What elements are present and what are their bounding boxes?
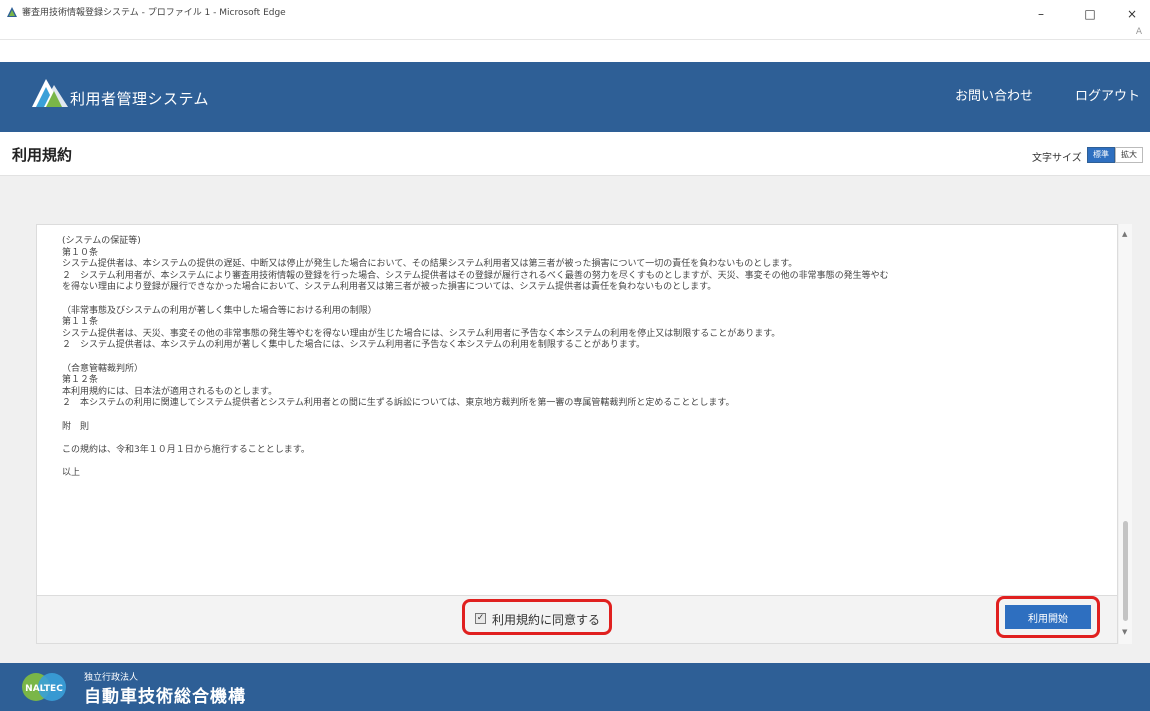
terms-line xyxy=(62,433,1112,445)
terms-line: を得ない理由により登録が履行できなかった場合において、システム利用者又は第三者が… xyxy=(62,282,717,293)
terms-line: （非常事態及びシステムの利用が著しく集中した場合等における利用の制限） xyxy=(62,305,377,316)
page-header: 利用規約 文字サイズ 標準 拡大 xyxy=(0,134,1150,176)
logout-link[interactable]: ログアウト xyxy=(1075,85,1140,104)
terms-line: (システムの保証等) xyxy=(62,236,141,246)
naltec-logo-icon: NALTEC xyxy=(22,673,66,701)
scroll-thumb[interactable] xyxy=(1123,521,1128,621)
terms-text: (システムの保証等) 第１０条 システム提供者は、本システムの提供の遅延、中断又は停… xyxy=(62,236,1112,479)
terms-panel[interactable]: (システムの保証等) 第１０条 システム提供者は、本システムの提供の遅延、中断又は停… xyxy=(36,224,1118,596)
mountain-logo-icon xyxy=(32,79,68,107)
terms-line: 第１２条 xyxy=(62,375,99,386)
contact-link[interactable]: お問い合わせ xyxy=(955,85,1033,104)
terms-line: ２ システム利用者が、本システムにより審査用技術情報の登録を行った場合、システム… xyxy=(62,270,889,281)
footer-org-name: 自動車技術総合機構 xyxy=(84,687,246,707)
terms-scrollbar[interactable]: ▲ ▼ xyxy=(1119,224,1132,644)
terms-line: 第１１条 xyxy=(62,317,99,328)
naltec-logo-text: NALTEC xyxy=(25,684,63,694)
page-title: 利用規約 xyxy=(12,146,73,164)
agree-bar: ✓ 利用規約に同意する 利用開始 xyxy=(36,596,1118,644)
font-size-label: 文字サイズ xyxy=(1032,153,1082,164)
terms-line: この規約は、令和3年１０月１日から施行することとします。 xyxy=(62,444,310,455)
app-icon xyxy=(7,7,17,17)
maximize-button[interactable]: □ xyxy=(1072,2,1108,26)
terms-line: ２ 本システムの利用に関連してシステム提供者とシステム利用者との間に生ずる訴訟に… xyxy=(62,398,735,409)
terms-line: ２ システム提供者は、本システムの利用が著しく集中した場合には、システム利用者に… xyxy=(62,340,646,351)
read-aloud-icon[interactable]: A xyxy=(1136,27,1142,37)
terms-line: 以上 xyxy=(62,467,81,478)
terms-line: システム提供者は、本システムの提供の遅延、中断又は停止が発生した場合において、そ… xyxy=(62,259,798,270)
agree-checkbox[interactable]: ✓ xyxy=(475,613,486,624)
terms-line: 附 則 xyxy=(62,421,90,432)
start-highlight: 利用開始 xyxy=(996,596,1100,638)
scroll-up-arrow-icon[interactable]: ▲ xyxy=(1122,230,1127,238)
scroll-down-arrow-icon[interactable]: ▼ xyxy=(1122,628,1127,636)
start-button[interactable]: 利用開始 xyxy=(1005,605,1091,629)
window-title: 審査用技術情報登録システム - プロファイル 1 - Microsoft Edg… xyxy=(22,8,286,18)
terms-line: 本利用規約には、日本法が適用されるものとします。 xyxy=(62,386,278,397)
agree-label[interactable]: 利用規約に同意する xyxy=(492,611,600,628)
font-size-standard-button[interactable]: 標準 xyxy=(1087,147,1115,163)
agree-highlight: ✓ 利用規約に同意する xyxy=(462,599,612,635)
terms-line xyxy=(62,410,1112,422)
terms-line: システム提供者は、天災、事変その他の非常事態の発生等やむを得ない理由が生じた場合… xyxy=(62,328,781,339)
terms-line xyxy=(62,456,1112,468)
terms-line: 第１０条 xyxy=(62,247,99,258)
browser-titlebar: 審査用技術情報登録システム - プロファイル 1 - Microsoft Edg… xyxy=(0,0,1150,40)
minimize-button[interactable]: – xyxy=(1023,2,1059,26)
font-size-large-button[interactable]: 拡大 xyxy=(1115,147,1143,163)
terms-line xyxy=(62,352,1112,364)
terms-line: （合意管轄裁判所） xyxy=(62,363,144,374)
terms-line xyxy=(62,294,1112,306)
footer: NALTEC 独立行政法人 自動車技術総合機構 xyxy=(0,663,1150,711)
close-button[interactable]: × xyxy=(1114,2,1150,26)
app-header: 利用者管理システム お問い合わせ ログアウト xyxy=(0,62,1150,132)
app-title: 利用者管理システム xyxy=(70,90,210,108)
